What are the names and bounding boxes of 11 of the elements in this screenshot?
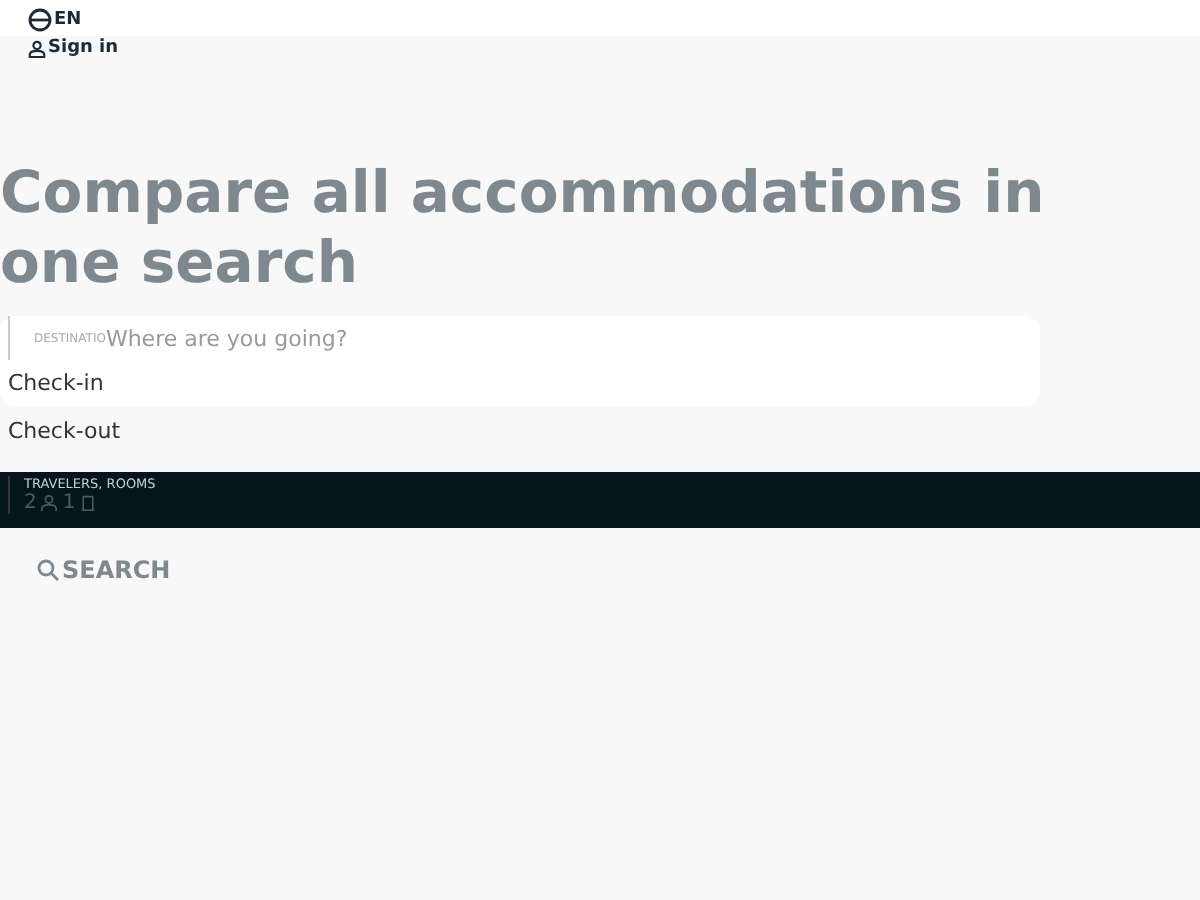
check-out-field[interactable]: Check-out xyxy=(0,408,1200,452)
language-button[interactable]: EN xyxy=(28,0,82,36)
globe-icon xyxy=(28,8,52,32)
search-icon xyxy=(36,558,60,582)
door-icon xyxy=(79,494,96,512)
check-in-field[interactable]: Check-in xyxy=(0,360,1040,404)
destination-field[interactable]: Where are you going? xyxy=(105,325,506,351)
hero-title: Compare all accommodations in one search xyxy=(0,158,1047,298)
user-icon xyxy=(28,40,46,58)
person-icon xyxy=(40,494,59,512)
sign-in-button[interactable]: Sign in xyxy=(28,38,119,58)
